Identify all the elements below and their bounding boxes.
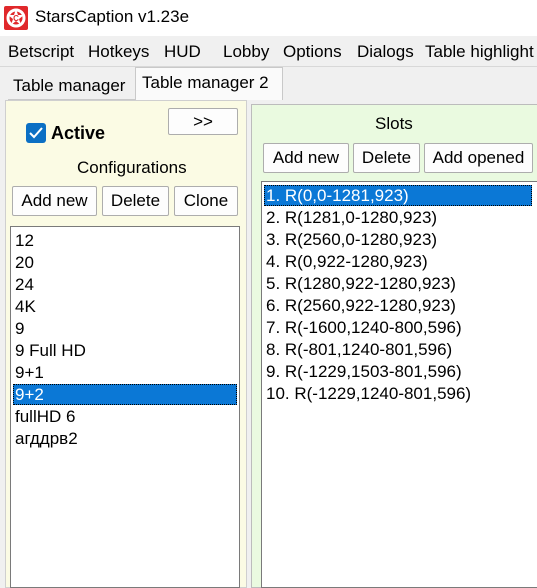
tab-betscript[interactable]: Betscript — [4, 36, 78, 66]
checkmark-icon — [29, 127, 43, 139]
active-checkbox[interactable] — [26, 123, 46, 143]
list-item[interactable]: 24 — [13, 274, 237, 295]
list-item[interactable]: 4K — [13, 296, 237, 317]
list-item-selected[interactable]: 9+2 — [13, 384, 237, 405]
tab-dialogs[interactable]: Dialogs — [353, 36, 418, 66]
title-bar: C StarsCaption v1.23e — [0, 0, 537, 36]
list-item[interactable]: агддрв2 — [13, 428, 237, 449]
configurations-list[interactable]: 12 20 24 4K 9 9 Full HD 9+1 9+2 fullHD 6… — [10, 226, 240, 588]
tab-hud[interactable]: HUD — [160, 36, 205, 66]
slots-list[interactable]: 1. R(0,0-1281,923) 2. R(1281,0-1280,923)… — [261, 181, 537, 588]
configurations-title: Configurations — [77, 158, 187, 177]
list-item[interactable]: 8. R(-801,1240-801,596) — [264, 339, 532, 360]
tab-table-manager-2[interactable]: Table manager 2 — [135, 67, 283, 100]
tab-hotkeys[interactable]: Hotkeys — [84, 36, 153, 66]
tab-table-highlight[interactable]: Table highlight — [421, 36, 537, 66]
list-item[interactable]: 7. R(-1600,1240-800,596) — [264, 317, 532, 338]
list-item[interactable]: fullHD 6 — [13, 406, 237, 427]
tab-options[interactable]: Options — [279, 36, 346, 66]
list-item[interactable]: 2. R(1281,0-1280,923) — [264, 207, 532, 228]
delete-configuration-button[interactable]: Delete — [102, 186, 169, 216]
stars-caption-logo-icon: C — [4, 6, 28, 30]
list-item[interactable]: 9 Full HD — [13, 340, 237, 361]
list-item[interactable]: 20 — [13, 252, 237, 273]
delete-slot-button[interactable]: Delete — [353, 143, 420, 173]
add-configuration-button[interactable]: Add new — [12, 186, 97, 216]
add-opened-button[interactable]: Add opened — [424, 143, 533, 173]
svg-text:C: C — [13, 14, 19, 23]
list-item[interactable]: 4. R(0,922-1280,923) — [264, 251, 532, 272]
clone-configuration-button[interactable]: Clone — [174, 186, 238, 216]
expand-button[interactable]: >> — [168, 108, 238, 135]
add-slot-button[interactable]: Add new — [263, 143, 349, 173]
list-item[interactable]: 12 — [13, 230, 237, 251]
list-item[interactable]: 9. R(-1229,1503-801,596) — [264, 361, 532, 382]
list-item[interactable]: 5. R(1280,922-1280,923) — [264, 273, 532, 294]
list-item[interactable]: 3. R(2560,0-1280,923) — [264, 229, 532, 250]
list-item[interactable]: 9 — [13, 318, 237, 339]
tab-lobby[interactable]: Lobby — [219, 36, 273, 66]
list-item[interactable]: 6. R(2560,922-1280,923) — [264, 295, 532, 316]
slots-title: Slots — [375, 114, 413, 133]
active-label: Active — [51, 123, 106, 143]
window-title: StarsCaption v1.23e — [35, 7, 190, 26]
tab-table-manager[interactable]: Table manager — [8, 71, 137, 100]
sub-tab-bar: Table manager Table manager 2 — [0, 67, 537, 100]
list-item[interactable]: 10. R(-1229,1240-801,596) — [264, 383, 532, 404]
list-item-selected[interactable]: 1. R(0,0-1281,923) — [264, 185, 532, 206]
main-tab-bar: Betscript Hotkeys HUD Lobby Options Dial… — [0, 36, 537, 67]
list-item[interactable]: 9+1 — [13, 362, 237, 383]
